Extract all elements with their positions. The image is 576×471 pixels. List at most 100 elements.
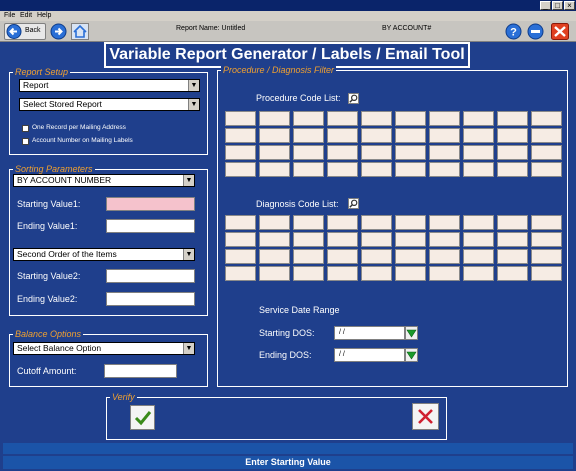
diagnosis-code-cell[interactable]	[463, 232, 494, 247]
procedure-code-cell[interactable]	[293, 145, 324, 160]
procedure-code-cell[interactable]	[327, 145, 358, 160]
diagnosis-code-cell[interactable]	[361, 215, 392, 230]
procedure-code-cell[interactable]	[293, 162, 324, 177]
cutoff-amount-field[interactable]	[104, 364, 177, 378]
second-order-dropdown[interactable]: Second Order of the Items ▼	[13, 248, 195, 261]
diagnosis-code-cell[interactable]	[327, 266, 358, 281]
procedure-code-cell[interactable]	[429, 128, 460, 143]
procedure-code-cell[interactable]	[497, 162, 528, 177]
diagnosis-code-cell[interactable]	[259, 249, 290, 264]
diagnosis-code-cell[interactable]	[259, 232, 290, 247]
procedure-code-cell[interactable]	[463, 162, 494, 177]
procedure-code-cell[interactable]	[361, 128, 392, 143]
diagnosis-code-cell[interactable]	[259, 215, 290, 230]
procedure-code-cell[interactable]	[395, 128, 426, 143]
report-type-dropdown[interactable]: Report ▼	[19, 79, 200, 92]
diagnosis-code-cell[interactable]	[225, 232, 256, 247]
menu-help[interactable]: Help	[37, 12, 51, 19]
procedure-code-cell[interactable]	[327, 128, 358, 143]
diagnosis-code-cell[interactable]	[395, 266, 426, 281]
procedure-code-cell[interactable]	[395, 111, 426, 126]
starting-dos-picker[interactable]	[405, 326, 418, 340]
diagnosis-code-cell[interactable]	[497, 266, 528, 281]
diagnosis-code-cell[interactable]	[361, 266, 392, 281]
procedure-code-cell[interactable]	[531, 111, 562, 126]
procedure-code-cell[interactable]	[225, 128, 256, 143]
one-record-checkbox[interactable]	[22, 125, 29, 132]
diagnosis-code-cell[interactable]	[293, 232, 324, 247]
procedure-code-cell[interactable]	[463, 111, 494, 126]
account-number-checkbox[interactable]	[22, 138, 29, 145]
diagnosis-code-cell[interactable]	[327, 249, 358, 264]
diagnosis-code-cell[interactable]	[361, 249, 392, 264]
procedure-code-cell[interactable]	[429, 145, 460, 160]
diagnosis-code-cell[interactable]	[361, 232, 392, 247]
procedure-code-cell[interactable]	[429, 162, 460, 177]
minimize-button[interactable]: _	[540, 1, 551, 10]
ending-dos-field[interactable]: / /	[334, 348, 405, 362]
diagnosis-code-cell[interactable]	[293, 215, 324, 230]
procedure-code-cell[interactable]	[259, 145, 290, 160]
procedure-code-cell[interactable]	[259, 162, 290, 177]
verify-ok-button[interactable]	[130, 405, 155, 430]
diagnosis-lookup-button[interactable]	[348, 198, 359, 209]
diagnosis-code-cell[interactable]	[395, 232, 426, 247]
stored-report-dropdown[interactable]: Select Stored Report ▼	[19, 98, 200, 111]
balance-option-dropdown[interactable]: Select Balance Option ▼	[13, 342, 195, 355]
procedure-code-cell[interactable]	[259, 128, 290, 143]
procedure-code-cell[interactable]	[361, 145, 392, 160]
ending-value2-field[interactable]	[106, 292, 195, 306]
procedure-code-cell[interactable]	[225, 145, 256, 160]
exit-icon[interactable]	[551, 23, 569, 40]
diagnosis-code-cell[interactable]	[327, 232, 358, 247]
home-icon[interactable]	[71, 23, 89, 40]
procedure-code-cell[interactable]	[531, 128, 562, 143]
diagnosis-code-cell[interactable]	[395, 249, 426, 264]
diagnosis-code-cell[interactable]	[225, 266, 256, 281]
procedure-code-cell[interactable]	[225, 162, 256, 177]
diagnosis-code-cell[interactable]	[395, 215, 426, 230]
diagnosis-code-cell[interactable]	[463, 266, 494, 281]
procedure-code-cell[interactable]	[293, 128, 324, 143]
diagnosis-code-cell[interactable]	[531, 232, 562, 247]
diagnosis-code-cell[interactable]	[531, 266, 562, 281]
first-order-dropdown[interactable]: BY ACCOUNT NUMBER ▼	[13, 174, 195, 187]
diagnosis-code-cell[interactable]	[497, 232, 528, 247]
ending-value1-field[interactable]	[106, 219, 195, 233]
diagnosis-code-cell[interactable]	[225, 215, 256, 230]
procedure-code-cell[interactable]	[327, 111, 358, 126]
procedure-code-cell[interactable]	[531, 145, 562, 160]
diagnosis-code-cell[interactable]	[429, 215, 460, 230]
procedure-code-cell[interactable]	[395, 145, 426, 160]
procedure-code-cell[interactable]	[361, 162, 392, 177]
back-button[interactable]: Back	[4, 23, 46, 40]
diagnosis-code-cell[interactable]	[497, 249, 528, 264]
starting-value1-field[interactable]	[106, 197, 195, 211]
procedure-code-cell[interactable]	[497, 128, 528, 143]
diagnosis-code-cell[interactable]	[497, 215, 528, 230]
diagnosis-code-cell[interactable]	[293, 266, 324, 281]
procedure-code-cell[interactable]	[225, 111, 256, 126]
procedure-code-cell[interactable]	[395, 162, 426, 177]
diagnosis-code-cell[interactable]	[225, 249, 256, 264]
procedure-code-cell[interactable]	[531, 162, 562, 177]
procedure-code-cell[interactable]	[361, 111, 392, 126]
diagnosis-code-cell[interactable]	[429, 249, 460, 264]
procedure-code-cell[interactable]	[327, 162, 358, 177]
procedure-code-cell[interactable]	[497, 111, 528, 126]
menu-file[interactable]: File	[4, 12, 15, 19]
ending-dos-picker[interactable]	[405, 348, 418, 362]
diagnosis-code-cell[interactable]	[463, 249, 494, 264]
diagnosis-code-cell[interactable]	[429, 266, 460, 281]
forward-arrow-icon[interactable]	[50, 23, 67, 40]
procedure-code-cell[interactable]	[293, 111, 324, 126]
diagnosis-code-cell[interactable]	[259, 266, 290, 281]
verify-cancel-button[interactable]	[412, 403, 439, 430]
procedure-lookup-button[interactable]	[348, 93, 359, 104]
diagnosis-code-cell[interactable]	[463, 215, 494, 230]
procedure-code-cell[interactable]	[497, 145, 528, 160]
diagnosis-code-cell[interactable]	[531, 249, 562, 264]
starting-dos-field[interactable]: / /	[334, 326, 405, 340]
procedure-code-cell[interactable]	[463, 128, 494, 143]
close-window-button[interactable]: ×	[564, 1, 575, 10]
